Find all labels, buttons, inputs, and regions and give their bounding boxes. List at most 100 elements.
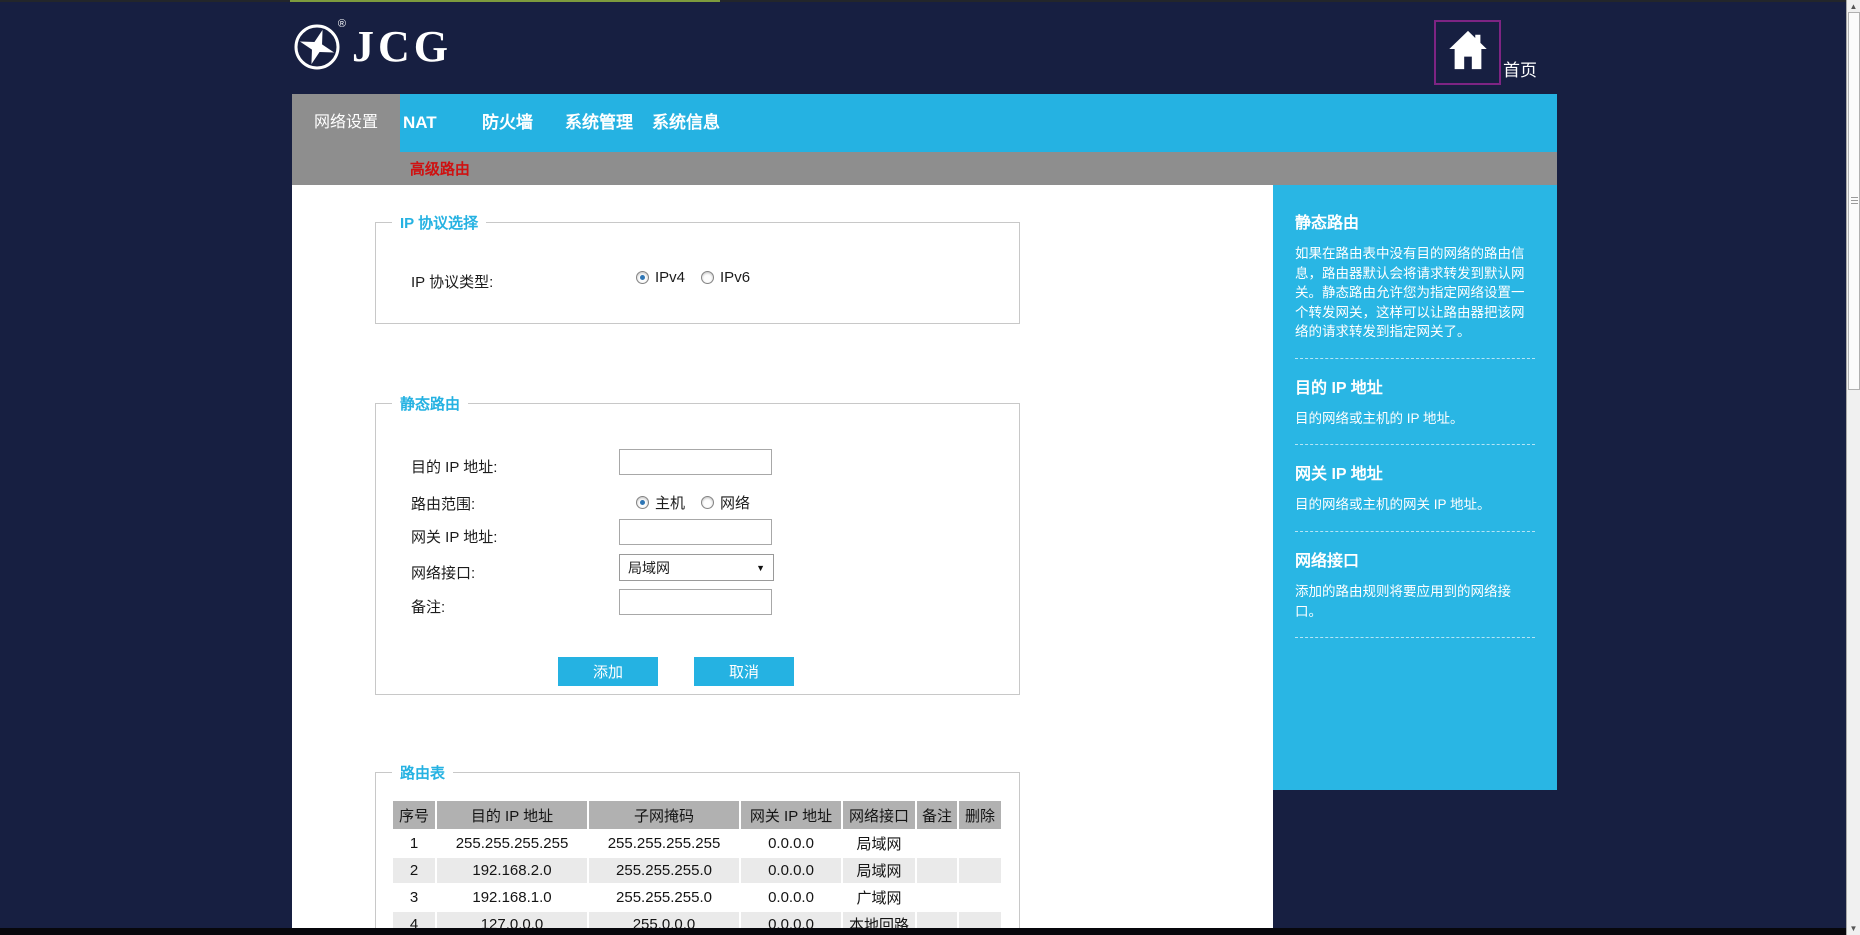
nav-tab-firewall[interactable]: 防火墙 (482, 94, 533, 152)
route-table-header-row: 序号 目的 IP 地址 子网掩码 网关 IP 地址 网络接口 备注 删除 (393, 801, 1001, 829)
network-interface-select[interactable]: 局域网 ▼ (619, 554, 774, 581)
scroll-down-icon[interactable]: ▼ (1847, 924, 1860, 933)
gateway-ip-label: 网关 IP 地址: (411, 526, 497, 547)
ipv4-radio-label[interactable]: IPv4 (655, 269, 685, 286)
col-delete: 删除 (959, 801, 1001, 829)
help-section-title: 静态路由 (1295, 209, 1535, 233)
scroll-up-icon[interactable]: ▲ (1847, 2, 1860, 11)
window-top-edge (0, 0, 1860, 2)
network-interface-label: 网络接口: (411, 562, 475, 583)
cell-index: 3 (393, 885, 435, 910)
dest-ip-label: 目的 IP 地址: (411, 456, 497, 477)
cell-dest-ip: 192.168.2.0 (437, 858, 587, 883)
brand-logo: ® JCG (292, 22, 452, 72)
cell-interface: 局域网 (843, 831, 915, 856)
note-input[interactable] (619, 589, 772, 615)
subnav-item-advanced-routing[interactable]: 高级路由 (410, 158, 470, 179)
window-top-edge-accent (290, 0, 720, 2)
cell-delete (959, 885, 1001, 910)
route-table-legend: 路由表 (392, 762, 453, 783)
cell-interface: 广域网 (843, 885, 915, 910)
divider (1295, 637, 1535, 638)
dest-ip-input[interactable] (619, 449, 772, 475)
col-interface: 网络接口 (843, 801, 915, 829)
cell-index: 2 (393, 858, 435, 883)
cell-interface: 局域网 (843, 858, 915, 883)
cell-netmask: 255.255.255.255 (589, 831, 739, 856)
table-row: 2 192.168.2.0 255.255.255.0 0.0.0.0 局域网 (393, 858, 1001, 883)
nav-tab-network-settings[interactable]: 网络设置 (292, 94, 400, 185)
help-section-body: 目的网络或主机的 IP 地址。 (1295, 409, 1535, 429)
col-note: 备注 (917, 801, 957, 829)
cell-note (917, 885, 957, 910)
route-scope-label: 路由范围: (411, 493, 475, 514)
help-section-body: 目的网络或主机的网关 IP 地址。 (1295, 495, 1535, 515)
cell-index: 1 (393, 831, 435, 856)
divider (1295, 444, 1535, 445)
ip-protocol-radio-group: IPv4 IPv6 (636, 269, 766, 286)
cell-gateway: 0.0.0.0 (741, 831, 841, 856)
vertical-scrollbar[interactable]: ▲ ▼ (1846, 0, 1860, 935)
ip-protocol-fieldset: IP 协议选择 IP 协议类型: IPv4 IPv6 (375, 222, 1020, 324)
network-radio[interactable] (701, 496, 714, 509)
ipv4-radio[interactable] (636, 271, 649, 284)
home-button[interactable] (1434, 20, 1501, 85)
ipv6-radio[interactable] (701, 271, 714, 284)
network-interface-selected-value: 局域网 (628, 558, 670, 578)
gateway-ip-input[interactable] (619, 519, 772, 545)
cell-delete (959, 858, 1001, 883)
scrollbar-thumb[interactable] (1848, 12, 1860, 390)
route-table: 序号 目的 IP 地址 子网掩码 网关 IP 地址 网络接口 备注 删除 1 2… (391, 799, 1003, 930)
static-route-legend: 静态路由 (392, 393, 468, 414)
secondary-navbar: IPv6 | 高级路由 (292, 152, 1557, 185)
primary-navbar: 网络设置 NAT 防火墙 系统管理 系统信息 (292, 94, 1557, 152)
nav-tab-system-management[interactable]: 系统管理 (565, 94, 633, 152)
divider (1295, 358, 1535, 359)
network-radio-label[interactable]: 网络 (720, 492, 750, 513)
cell-note (917, 858, 957, 883)
nav-tab-nat[interactable]: NAT (403, 94, 437, 152)
table-row: 3 192.168.1.0 255.255.255.0 0.0.0.0 广域网 (393, 885, 1001, 910)
cell-dest-ip: 255.255.255.255 (437, 831, 587, 856)
nav-tab-system-info[interactable]: 系统信息 (652, 94, 720, 152)
cancel-button[interactable]: 取消 (694, 657, 794, 686)
route-table-fieldset: 路由表 序号 目的 IP 地址 子网掩码 网关 IP 地址 网络接口 备注 删除… (375, 772, 1020, 930)
ip-protocol-legend: IP 协议选择 (392, 212, 486, 233)
col-index: 序号 (393, 801, 435, 829)
cell-note (917, 831, 957, 856)
home-icon (1445, 29, 1491, 76)
ipv6-radio-label[interactable]: IPv6 (720, 269, 750, 286)
cell-delete (959, 831, 1001, 856)
help-section-body: 如果在路由表中没有目的网络的路由信息，路由器默认会将请求转发到默认网关。静态路由… (1295, 244, 1535, 342)
add-button[interactable]: 添加 (558, 657, 658, 686)
registered-mark: ® (338, 18, 346, 30)
cell-netmask: 255.255.255.0 (589, 885, 739, 910)
help-section-title: 网络接口 (1295, 547, 1535, 571)
host-radio-label[interactable]: 主机 (655, 492, 685, 513)
divider (1295, 531, 1535, 532)
static-route-fieldset: 静态路由 目的 IP 地址: 路由范围: 主机 网络 网关 IP 地址: 网络接… (375, 403, 1020, 695)
home-button-label[interactable]: 首页 (1503, 56, 1537, 81)
scrollbar-grip-icon (1851, 197, 1858, 205)
help-section-body: 添加的路由规则将要应用到的网络接口。 (1295, 582, 1535, 621)
jcg-compass-icon: ® (292, 22, 342, 72)
col-netmask: 子网掩码 (589, 801, 739, 829)
route-scope-radio-group: 主机 网络 (636, 492, 766, 513)
cell-gateway: 0.0.0.0 (741, 885, 841, 910)
help-section-title: 目的 IP 地址 (1295, 374, 1535, 398)
note-label: 备注: (411, 596, 445, 617)
cell-gateway: 0.0.0.0 (741, 858, 841, 883)
chevron-down-icon: ▼ (756, 563, 765, 573)
table-row: 1 255.255.255.255 255.255.255.255 0.0.0.… (393, 831, 1001, 856)
col-gateway: 网关 IP 地址 (741, 801, 841, 829)
col-dest-ip: 目的 IP 地址 (437, 801, 587, 829)
window-bottom-edge (0, 928, 1846, 935)
host-radio[interactable] (636, 496, 649, 509)
brand-logo-text: JCG (352, 25, 452, 69)
help-sidebar: 静态路由 如果在路由表中没有目的网络的路由信息，路由器默认会将请求转发到默认网关… (1273, 185, 1557, 790)
cell-dest-ip: 192.168.1.0 (437, 885, 587, 910)
cell-netmask: 255.255.255.0 (589, 858, 739, 883)
content-panel: IP 协议选择 IP 协议类型: IPv4 IPv6 静态路由 目的 IP 地址… (292, 185, 1273, 930)
help-section-title: 网关 IP 地址 (1295, 460, 1535, 484)
ip-protocol-type-label: IP 协议类型: (411, 271, 493, 292)
